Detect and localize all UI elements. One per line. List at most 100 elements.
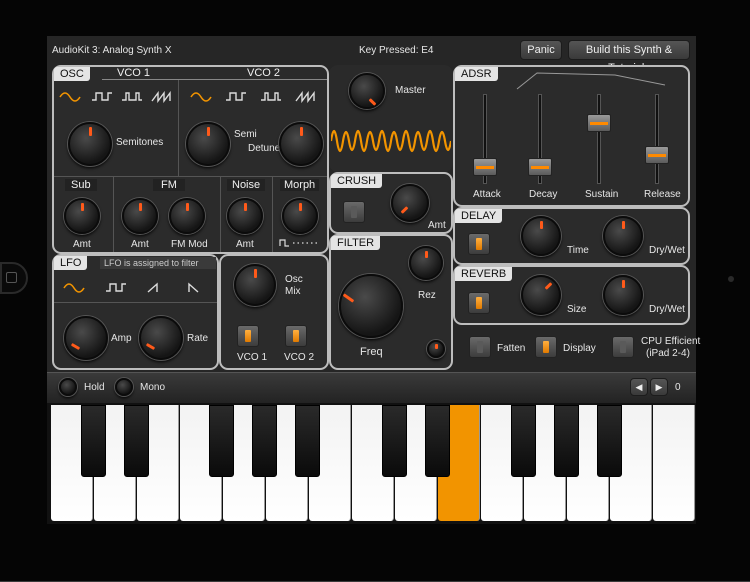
noise-title: Noise bbox=[227, 179, 266, 191]
sine-wave-icon[interactable] bbox=[190, 91, 212, 103]
release-track bbox=[655, 94, 659, 184]
hold-label: Hold bbox=[84, 382, 105, 393]
osc-header-divider bbox=[102, 79, 327, 80]
sub-amt-knob[interactable] bbox=[64, 198, 100, 234]
vco2-detune-knob[interactable] bbox=[279, 122, 323, 166]
fatten-label: Fatten bbox=[497, 343, 526, 354]
cpu-efficient-sublabel: (iPad 2-4) bbox=[646, 348, 690, 359]
vco2-title: VCO 2 bbox=[247, 67, 281, 79]
master-knob[interactable] bbox=[349, 73, 385, 109]
front-camera bbox=[728, 276, 734, 282]
vco1-semitones-knob[interactable] bbox=[68, 122, 112, 166]
pulse-wave-icon[interactable] bbox=[121, 91, 143, 103]
octave-down-button[interactable]: ◀ bbox=[630, 378, 648, 396]
mono-label: Mono bbox=[140, 382, 166, 393]
detune-label: Detune bbox=[248, 143, 281, 154]
delay-toggle[interactable] bbox=[468, 233, 490, 255]
sine-wave-icon[interactable] bbox=[63, 282, 85, 294]
noise-morph-divider bbox=[272, 177, 273, 252]
lfo-assignment-note: LFO is assigned to filter bbox=[100, 257, 216, 269]
saw-wave-icon[interactable] bbox=[295, 91, 317, 103]
vco2-semi-knob[interactable] bbox=[186, 122, 230, 166]
vco1-toggle[interactable] bbox=[237, 325, 259, 347]
delay-time-knob[interactable] bbox=[521, 216, 561, 256]
reverb-toggle[interactable] bbox=[468, 292, 490, 314]
delay-drywet-knob[interactable] bbox=[603, 216, 643, 256]
semi-label: Semi bbox=[234, 129, 257, 140]
crush-toggle[interactable] bbox=[343, 201, 365, 223]
reverb-size-knob[interactable] bbox=[521, 275, 561, 315]
noise-amt-knob[interactable] bbox=[227, 198, 263, 234]
sub-amt-label: Amt bbox=[73, 239, 91, 250]
cpu-efficient-toggle[interactable] bbox=[612, 336, 634, 358]
morph-shape-icon bbox=[279, 239, 319, 247]
piano-key-black[interactable] bbox=[425, 405, 450, 477]
morph-knob[interactable] bbox=[282, 198, 318, 234]
osc-mix-label-2: Mix bbox=[285, 286, 301, 297]
fm-amt-knob[interactable] bbox=[122, 198, 158, 234]
vco1-toggle-label: VCO 1 bbox=[237, 352, 268, 363]
fm-mod-knob[interactable] bbox=[169, 198, 205, 234]
saw-down-icon[interactable] bbox=[183, 282, 205, 294]
osc-mix-label: Osc bbox=[285, 274, 303, 285]
sustain-track bbox=[597, 94, 601, 184]
reverb-size-label: Size bbox=[567, 304, 587, 315]
reverb-drywet-knob[interactable] bbox=[603, 275, 643, 315]
hold-button[interactable] bbox=[59, 378, 77, 396]
reverb-drywet-label: Dry/Wet bbox=[649, 304, 685, 315]
mono-button[interactable] bbox=[115, 378, 133, 396]
piano-key-black[interactable] bbox=[295, 405, 320, 477]
octave-value: 0 bbox=[675, 382, 681, 393]
filter-rez-label: Rez bbox=[418, 290, 436, 301]
lfo-rate-knob[interactable] bbox=[139, 316, 183, 360]
delay-tab: DELAY bbox=[455, 209, 503, 223]
piano-key-black[interactable] bbox=[511, 405, 536, 477]
piano-key-black[interactable] bbox=[554, 405, 579, 477]
master-label: Master bbox=[395, 85, 426, 96]
decay-fader[interactable] bbox=[528, 158, 552, 176]
filter-freq-knob[interactable] bbox=[339, 274, 403, 338]
display-toggle[interactable] bbox=[535, 336, 557, 358]
saw-wave-icon[interactable] bbox=[151, 91, 173, 103]
noise-amt-label: Amt bbox=[236, 239, 254, 250]
saw-up-icon[interactable] bbox=[145, 282, 167, 294]
morph-title: Morph bbox=[280, 179, 320, 191]
piano-key-black[interactable] bbox=[252, 405, 277, 477]
cpu-efficient-label: CPU Efficient bbox=[641, 336, 701, 347]
build-synth-tutorials-button[interactable]: Build this Synth & Tutorials bbox=[568, 40, 690, 74]
key-pressed-readout: Key Pressed: E4 bbox=[359, 45, 434, 56]
piano-key-black[interactable] bbox=[597, 405, 622, 477]
piano-key-black[interactable] bbox=[124, 405, 149, 477]
square-wave-icon[interactable] bbox=[91, 91, 113, 103]
crush-tab: CRUSH bbox=[331, 174, 383, 188]
fm-amt-label: Amt bbox=[131, 239, 149, 250]
pulse-wave-icon[interactable] bbox=[260, 91, 282, 103]
piano-key-black[interactable] bbox=[382, 405, 407, 477]
filter-rez-knob[interactable] bbox=[409, 246, 443, 280]
osc-sub-row-divider bbox=[54, 176, 327, 177]
sine-wave-icon[interactable] bbox=[59, 91, 81, 103]
osc-mix-knob[interactable] bbox=[234, 264, 276, 306]
panic-button[interactable]: Panic bbox=[520, 40, 562, 60]
envelope-curve bbox=[516, 72, 666, 90]
piano-key-black[interactable] bbox=[81, 405, 106, 477]
crush-amt-knob[interactable] bbox=[391, 184, 429, 222]
lfo-amp-knob[interactable] bbox=[64, 316, 108, 360]
piano-key-white[interactable] bbox=[653, 405, 695, 521]
piano-key-black[interactable] bbox=[209, 405, 234, 477]
sub-title: Sub bbox=[65, 179, 97, 191]
semitones-label: Semitones bbox=[116, 137, 164, 148]
octave-up-button[interactable]: ▶ bbox=[650, 378, 668, 396]
lfo-wave-divider bbox=[54, 302, 217, 303]
release-fader[interactable] bbox=[645, 146, 669, 164]
attack-fader[interactable] bbox=[473, 158, 497, 176]
filter-small-knob[interactable] bbox=[427, 340, 445, 358]
square-wave-icon[interactable] bbox=[225, 91, 247, 103]
vco2-toggle[interactable] bbox=[285, 325, 307, 347]
sustain-fader[interactable] bbox=[587, 114, 611, 132]
fatten-toggle[interactable] bbox=[469, 336, 491, 358]
square-wave-icon[interactable] bbox=[105, 282, 127, 294]
waveform-display bbox=[331, 129, 451, 153]
vco-column-divider bbox=[178, 80, 179, 176]
fm-noise-divider bbox=[220, 177, 221, 252]
